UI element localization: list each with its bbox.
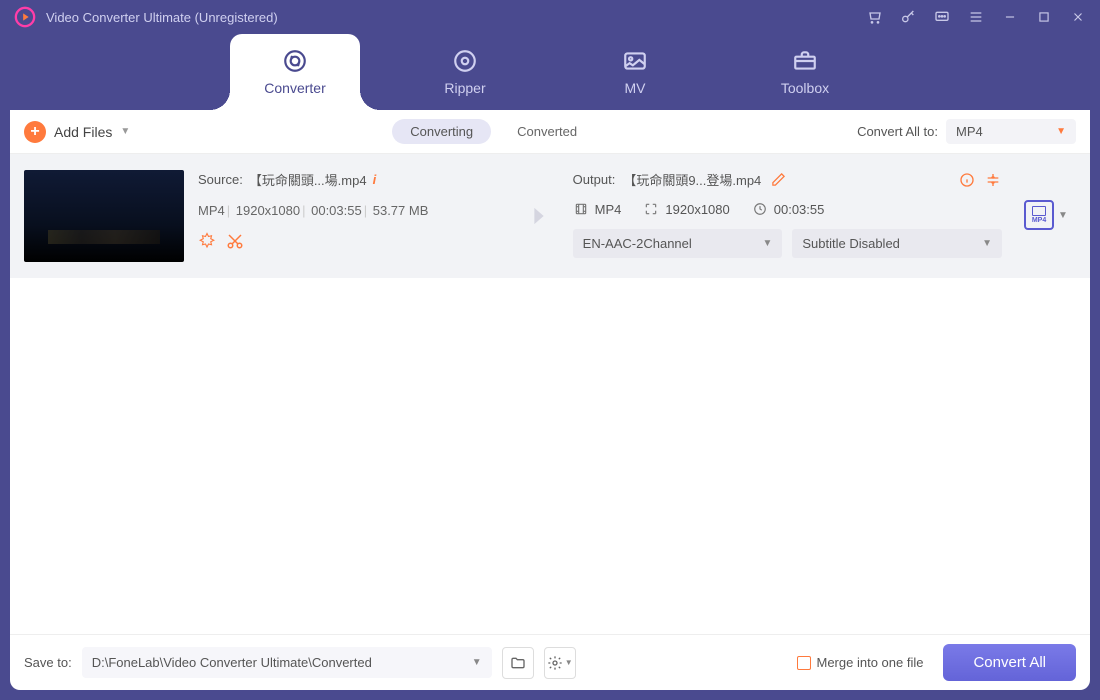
titlebar: Video Converter Ultimate (Unregistered) [0,0,1100,34]
open-folder-button[interactable] [502,647,534,679]
subtitle-select[interactable]: Subtitle Disabled ▼ [792,229,1002,258]
meta-format: MP4 [198,203,225,218]
effects-icon[interactable] [198,232,216,250]
audio-track-select[interactable]: EN-AAC-2Channel ▼ [573,229,783,258]
app-logo [14,6,36,28]
merge-label: Merge into one file [817,655,924,670]
format-value: MP4 [956,124,983,139]
film-icon [573,201,589,217]
chevron-down-icon: ▼ [982,238,992,249]
output-profile-button[interactable]: MP4 ▼ [1024,200,1068,230]
tab-mv[interactable]: MV [570,34,700,110]
output-label: Output: [573,172,616,187]
source-filename: 【玩命關頭...場.mp4 [249,170,367,189]
convert-all-to-label: Convert All to: [857,124,938,139]
audio-value: EN-AAC-2Channel [583,236,692,251]
output-filename: 【玩命關頭9...登場.mp4 [623,170,761,189]
chevron-down-icon: ▼ [762,238,772,249]
chevron-down-icon: ▼ [120,126,130,137]
tab-label: Toolbox [781,80,829,96]
source-meta: MP4| 1920x1080| 00:03:55| 53.77 MB [198,203,505,218]
file-row: Source: 【玩命關頭...場.mp4 i MP4| 1920x1080| … [10,154,1090,278]
output-block: Output: 【玩命關頭9...登場.mp4 MP4 1920x1080 [573,170,1002,258]
tab-ripper[interactable]: Ripper [400,34,530,110]
ripper-icon [452,48,478,74]
chevron-down-icon: ▼ [472,657,482,668]
maximize-icon[interactable] [1036,9,1052,25]
source-block: Source: 【玩命關頭...場.mp4 i MP4| 1920x1080| … [198,170,505,250]
arrow-icon [519,202,559,230]
chevron-down-icon: ▼ [1058,210,1068,221]
close-icon[interactable] [1070,9,1086,25]
chevron-down-icon: ▼ [565,658,573,667]
tab-label: Converter [264,80,325,96]
out-duration: 00:03:55 [752,201,825,217]
add-files-button[interactable]: + Add Files ▼ [24,121,130,143]
settings-button[interactable]: ▼ [544,647,576,679]
save-to-label: Save to: [24,655,72,670]
info-circle-icon[interactable] [958,171,976,189]
tab-label: MV [625,80,646,96]
compress-icon[interactable] [984,171,1002,189]
out-resolution: 1920x1080 [643,201,729,217]
plus-icon: + [24,121,46,143]
mv-icon [622,48,648,74]
tab-toolbox[interactable]: Toolbox [740,34,870,110]
tab-label: Ripper [444,80,485,96]
chevron-down-icon: ▼ [1056,126,1066,137]
merge-checkbox[interactable]: Merge into one file [797,655,924,670]
cart-icon[interactable] [866,9,882,25]
minimize-icon[interactable] [1002,9,1018,25]
feedback-icon[interactable] [934,9,950,25]
empty-area [10,278,1090,634]
checkbox-icon [797,656,811,670]
meta-resolution: 1920x1080 [236,203,300,218]
rename-icon[interactable] [769,171,787,189]
expand-icon [643,201,659,217]
cut-icon[interactable] [226,232,244,250]
main-nav: Converter Ripper MV Toolbox [0,34,1100,110]
convert-all-format-select[interactable]: MP4 ▼ [946,119,1076,144]
meta-duration: 00:03:55 [311,203,362,218]
app-title: Video Converter Ultimate (Unregistered) [46,10,278,25]
convert-all-button[interactable]: Convert All [943,644,1076,681]
meta-size: 53.77 MB [373,203,429,218]
main-panel: + Add Files ▼ Converting Converted Conve… [10,110,1090,690]
converter-icon [282,48,308,74]
menu-icon[interactable] [968,9,984,25]
video-thumbnail[interactable] [24,170,184,262]
toolbar: + Add Files ▼ Converting Converted Conve… [10,110,1090,154]
source-label: Source: [198,172,243,187]
out-format: MP4 [573,201,622,217]
bottom-bar: Save to: D:\FoneLab\Video Converter Ulti… [10,634,1090,690]
save-path-value: D:\FoneLab\Video Converter Ultimate\Conv… [92,655,372,670]
subtab-converting[interactable]: Converting [392,119,491,144]
add-files-label: Add Files [54,124,112,140]
clock-icon [752,201,768,217]
toolbox-icon [792,48,818,74]
profile-icon: MP4 [1024,200,1054,230]
subtab-converted[interactable]: Converted [499,119,595,144]
info-icon[interactable]: i [373,172,377,187]
subtitle-value: Subtitle Disabled [802,236,900,251]
save-path-select[interactable]: D:\FoneLab\Video Converter Ultimate\Conv… [82,647,492,678]
tab-converter[interactable]: Converter [230,34,360,110]
key-icon[interactable] [900,9,916,25]
